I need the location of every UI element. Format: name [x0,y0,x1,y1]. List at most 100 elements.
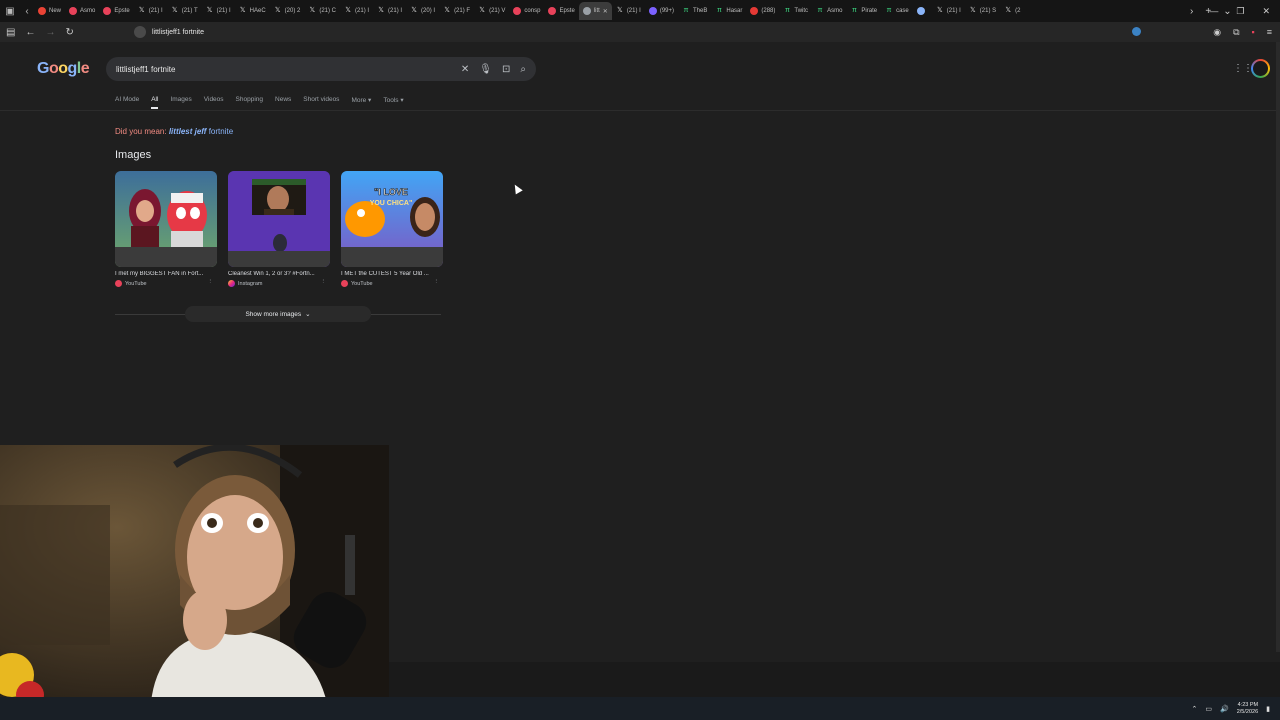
restore-icon[interactable]: ❐ [1236,6,1244,17]
browser-tab[interactable]: 𝕏 (21) S [965,2,1000,20]
filter-shopping[interactable]: Shopping [236,96,263,109]
minimize-icon[interactable]: — [1209,6,1218,16]
image-result-3[interactable]: "I LOVE YOU CHICA" I MET the CUTEST 5 Ye… [341,171,443,287]
volume-icon[interactable]: 🔊 [1220,705,1229,713]
browser-tab[interactable]: 𝕏 (21) C [304,2,340,20]
back-icon[interactable]: ← [25,27,35,38]
suggestion-link-rest[interactable]: fortnite [209,127,233,136]
image-caption[interactable]: I met my BIGGEST FAN in Fort... [115,271,215,277]
vpn-globe-icon[interactable] [1132,27,1141,36]
search-icon[interactable]: ⌕ [520,64,526,75]
browser-tab[interactable]: New [34,2,65,20]
browser-tab[interactable]: 𝕏 (2 [1000,2,1024,20]
tab-label: (20) I [421,8,436,14]
browser-tab[interactable]: π Asmo [812,2,846,20]
apps-grid-icon[interactable]: ⋮⋮ [1233,63,1253,74]
profile-icon[interactable]: ◉ [1213,27,1221,38]
browser-tab[interactable] [913,2,932,20]
browser-tab[interactable]: 𝕏 (21) I [612,2,645,20]
image-result-2[interactable]: Cleanest Win 1, 2 or 3? #Fortn... Instag… [228,171,330,287]
x-icon: 𝕏 [411,7,417,14]
more-options-icon[interactable]: ⋮ [321,279,327,285]
clear-icon[interactable]: ✕ [461,64,469,75]
browser-tab[interactable]: consp [509,2,544,20]
browser-tab[interactable]: 𝕏 (21) I [932,2,965,20]
more-options-icon[interactable]: ⋮ [208,279,214,285]
address-text[interactable]: littlistjeff1 fortnite [152,29,204,36]
clock[interactable]: 4:23 PM 2/5/2026 [1237,702,1258,716]
forward-icon[interactable]: → [45,27,55,38]
browser-tab[interactable]: 𝕏 (21) V [474,2,509,20]
browser-tab[interactable]: Epste [99,2,133,20]
browser-tab[interactable]: π Hasar [711,2,746,20]
show-more-images-button[interactable]: Show more images ⌄ [185,306,371,322]
site-info-icon[interactable] [134,26,146,38]
address-bar[interactable]: littlistjeff1 fortnite [134,25,204,39]
tray-expand-icon[interactable]: ⌃ [1192,705,1198,713]
browser-tab[interactable]: π Pirate [846,2,881,20]
sidebar-toggle-icon[interactable]: ▤ [6,27,15,38]
browser-tab[interactable]: 𝕏 (20) 2 [270,2,305,20]
extensions-icon[interactable]: ⧉ [1233,27,1239,38]
tabs: New Asmo Epste 𝕏 (21) I 𝕏 (21) T 𝕏 (21) I 𝕏 HAeC 𝕏(… [34,0,1184,22]
tab-label: Twitc [794,8,809,14]
filter-ai-mode[interactable]: AI Mode [115,96,139,109]
tracker-icon: π [851,7,857,14]
more-options-icon[interactable]: ⋮ [434,279,440,285]
browser-tab[interactable]: π TheB [678,2,711,20]
browser-tab[interactable]: (288) [746,2,779,20]
image-thumbnail[interactable] [115,171,217,267]
browser-tab[interactable]: 𝕏 (20) I [406,2,439,20]
filter-news[interactable]: News [275,96,291,109]
filter-tools[interactable]: Tools ▾ [383,96,403,109]
browser-tab[interactable]: Asmo [65,2,99,20]
browser-tab[interactable]: 𝕏 (21) I [202,2,235,20]
filter-images[interactable]: Images [170,96,191,109]
search-box[interactable]: littlistjeff1 fortnite ✕ 🎙 ⊡ ⌕ [106,57,536,81]
image-thumbnail[interactable] [228,171,330,267]
page-scrollbar[interactable] [1276,42,1280,652]
extension-badge-icon[interactable]: ▪ [1252,27,1255,37]
filter-all[interactable]: All [151,96,159,109]
reload-icon[interactable]: ↻ [65,27,73,38]
browser-tab[interactable]: litt ✕ [578,2,612,20]
microphone-icon[interactable]: 🎙 [479,64,492,75]
tab-label: New [49,8,62,14]
tab-scroll-right-icon[interactable]: › [1190,6,1193,17]
filter-short-videos[interactable]: Short videos [303,96,339,109]
image-result-1[interactable]: I met my BIGGEST FAN in Fort... YouTube … [115,171,217,287]
system-tray: ⌃ ▭ 🔊 4:23 PM 2/5/2026 ▮ [1192,697,1271,720]
tab-scroll-left-icon[interactable]: ‹ [20,0,34,22]
browser-tab[interactable]: 𝕏 (21) F [439,2,474,20]
notifications-icon[interactable]: ▮ [1266,705,1270,713]
browser-tab[interactable]: 𝕏 (21) I [340,2,373,20]
close-window-icon[interactable]: ✕ [1262,6,1270,17]
browser-tab[interactable]: 𝕏 (21) I [373,2,406,20]
x-icon: 𝕏 [239,7,246,14]
account-avatar[interactable] [1251,59,1270,78]
browser-tab[interactable]: 𝕏 HAeC [235,2,270,20]
google-logo[interactable]: Google [37,60,90,78]
image-caption[interactable]: I MET the CUTEST 5 Year Old ... [341,271,441,277]
tab-label: (21) V [489,8,506,14]
browser-tab[interactable]: Epste [544,2,578,20]
suggestion-link[interactable]: littlest jeff [169,127,207,136]
browser-tab[interactable]: (99+) [645,2,678,20]
browser-tab[interactable]: 𝕏 (21) T [167,2,202,20]
menu-icon[interactable]: ≡ [1267,27,1272,37]
browser-tab[interactable]: π case [881,2,913,20]
image-thumbnail[interactable]: "I LOVE YOU CHICA" [341,171,443,267]
filter-more[interactable]: More ▾ [351,96,371,109]
image-caption[interactable]: Cleanest Win 1, 2 or 3? #Fortn... [228,271,328,277]
network-icon[interactable]: ▭ [1205,705,1212,713]
taskbar: ⌃ ▭ 🔊 4:23 PM 2/5/2026 ▮ [0,697,1280,720]
search-input[interactable]: littlistjeff1 fortnite [116,65,461,74]
filter-videos[interactable]: Videos [204,96,224,109]
tab-actions-icon[interactable]: ▣ [0,0,20,22]
x-icon: 𝕏 [936,7,943,14]
tab-label: (2 [1015,8,1021,14]
close-tab-icon[interactable]: ✕ [603,8,608,15]
browser-tab[interactable]: 𝕏 (21) I [134,2,167,20]
browser-tab[interactable]: π Twitc [779,2,812,20]
lens-icon[interactable]: ⊡ [502,64,510,75]
